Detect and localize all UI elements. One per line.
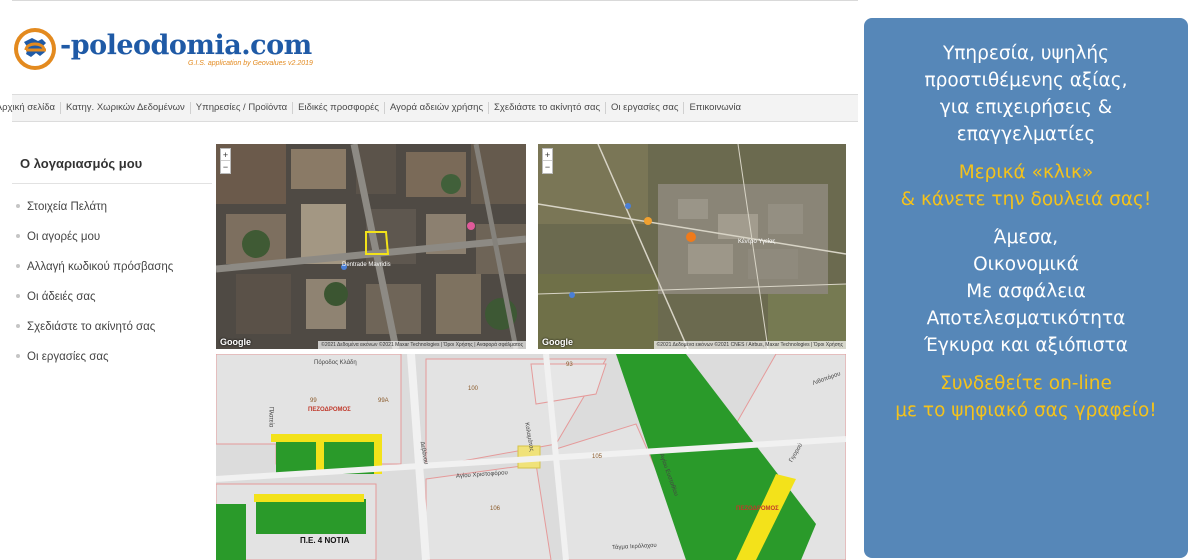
promo-intro-line: για επιχειρήσεις & (939, 97, 1113, 118)
sidebar-item-licenses[interactable]: Οι άδειές σας (16, 288, 173, 318)
site-logo[interactable]: -poleodomia.com G.I.S. application by Ge… (12, 24, 313, 72)
nav-item-data-categories[interactable]: Κατηγ. Χωρικών Δεδομένων (60, 102, 190, 114)
map-attribution[interactable]: ©2021 Δεδομένα εικόνων ©2021 CNES / Airb… (653, 341, 846, 349)
bullet-icon (16, 233, 20, 238)
promo-intro-line: επαγγελματίες (956, 124, 1096, 145)
main-nav: Αρχική σελίδα Κατηγ. Χωρικών Δεδομένων Υ… (0, 94, 858, 122)
account-divider (12, 183, 212, 184)
promo-benefit-line: Αποτελεσματικότητα (926, 308, 1126, 329)
top-divider (12, 0, 858, 1)
cadastral-map[interactable]: Πόροδος Κλάδη Πλατεία Δεβάνου Αγίου Χρισ… (216, 354, 846, 560)
promo-benefit-line: Με ασφάλεια (966, 281, 1086, 302)
zoom-in-button[interactable]: + (221, 149, 230, 161)
satellite-imagery (538, 144, 846, 349)
parcel-number: 100 (468, 386, 479, 392)
logo-tagline: G.I.S. application by Geovalues v2.2019 (188, 60, 313, 67)
sidebar-item-purchases[interactable]: Οι αγορές μου (16, 228, 173, 258)
promo-intro-line: Υπηρεσία, υψηλής (942, 43, 1109, 64)
sidebar-item-label: Οι άδειές σας (27, 291, 96, 303)
bullet-icon (16, 353, 20, 358)
promo-panel: Υπηρεσία, υψηλής προστιθέμενης αξίας, γι… (864, 18, 1188, 558)
parcel-number: 99A (378, 398, 389, 404)
map-attribution[interactable]: ©2021 Δεδομένα εικόνων ©2021 Maxar Techn… (318, 341, 526, 349)
logo-globe-icon (14, 28, 56, 70)
sidebar-item-label: Οι εργασίες σας (27, 351, 109, 363)
zoom-out-button[interactable]: − (543, 161, 552, 173)
nav-item-services[interactable]: Υπηρεσίες / Προϊόντα (189, 102, 292, 114)
sidebar-item-customer-details[interactable]: Στοιχεία Πελάτη (16, 198, 173, 228)
promo-benefit-line: Άμεσα, (993, 227, 1059, 248)
promo-cta-line: με το ψηφιακό σας γραφείο! (895, 400, 1157, 421)
promo-benefit-line: Οικονομικά (973, 254, 1079, 275)
account-title: Ο λογαριασμός μου (20, 156, 143, 171)
promo-benefit-line: Έγκυρα και αξιόπιστα (924, 335, 1128, 356)
nav-item-design-property[interactable]: Σχεδιάστε το ακίνητό σας (488, 102, 605, 114)
satellite-imagery (216, 144, 526, 349)
bullet-icon (16, 263, 20, 268)
block-label: ΠΕΖΟΔΡΟΜΟΣ (308, 407, 351, 413)
google-logo: Google (542, 337, 573, 347)
nav-item-buy-licenses[interactable]: Αγορά αδειών χρήσης (383, 102, 488, 114)
nav-item-your-jobs[interactable]: Οι εργασίες σας (605, 102, 683, 114)
place-label: Dentrade Mavridis (342, 262, 391, 268)
sidebar-item-label: Οι αγορές μου (27, 231, 101, 243)
satellite-map-overview[interactable]: Κέντρο Υγείας + − Google ©2021 Δεδομένα … (538, 144, 846, 349)
parcel-number: 93 (566, 362, 573, 368)
zoom-in-button[interactable]: + (543, 149, 552, 161)
sidebar-item-label: Στοιχεία Πελάτη (27, 201, 108, 213)
street-label: Πόροδος Κλάδη (314, 360, 357, 366)
satellite-map-closeup[interactable]: Dentrade Mavridis + − Google ©2021 Δεδομ… (216, 144, 526, 349)
page: -poleodomia.com G.I.S. application by Ge… (0, 0, 1200, 560)
nav-item-contact[interactable]: Επικοινωνία (683, 102, 746, 114)
block-label: ΠΕΖΟΔΡΟΜΟΣ (736, 506, 779, 512)
promo-highlight-line: Μερικά «κλικ» (958, 162, 1094, 183)
promo-highlight-line: & κάνετε την δουλειά σας! (900, 189, 1152, 210)
parcel-number: 99 (310, 398, 317, 404)
sidebar-item-label: Αλλαγή κωδικού πρόσβασης (27, 261, 174, 273)
account-menu: Στοιχεία Πελάτη Οι αγορές μου Αλλαγή κωδ… (16, 198, 173, 378)
bullet-icon (16, 323, 20, 328)
sidebar-item-design-property[interactable]: Σχεδιάστε το ακίνητό σας (16, 318, 173, 348)
place-label: Κέντρο Υγείας (738, 239, 776, 245)
sidebar-item-label: Σχεδιάστε το ακίνητό σας (27, 321, 156, 333)
street-label: Πλατεία (267, 406, 274, 428)
bullet-icon (16, 293, 20, 298)
nav-item-offers[interactable]: Ειδικές προσφορές (292, 102, 384, 114)
sidebar-item-jobs[interactable]: Οι εργασίες σας (16, 348, 173, 378)
parcel-number: 106 (490, 506, 501, 512)
bullet-icon (16, 203, 20, 208)
google-logo: Google (220, 337, 251, 347)
nav-item-home[interactable]: Αρχική σελίδα (0, 102, 60, 114)
zoom-out-button[interactable]: − (221, 161, 230, 173)
zone-label: Π.Ε. 4 ΝΟΤΙΑ (300, 536, 350, 545)
sidebar-item-change-password[interactable]: Αλλαγή κωδικού πρόσβασης (16, 258, 173, 288)
promo-intro-line: προστιθέμενης αξίας, (924, 70, 1128, 91)
logo-text: -poleodomia.com (60, 30, 312, 61)
zoom-control: + − (220, 148, 231, 174)
parcel-number: 105 (592, 454, 603, 460)
promo-cta-line: Συνδεθείτε on-line (940, 373, 1112, 394)
zoom-control: + − (542, 148, 553, 174)
cadastral-plan (216, 354, 846, 560)
